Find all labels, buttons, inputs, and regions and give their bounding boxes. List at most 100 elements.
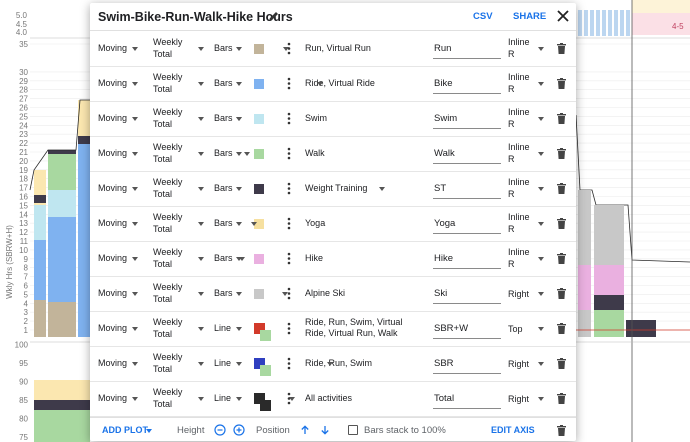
metric-dropdown-icon[interactable] [132,397,138,401]
series-label-input[interactable]: Run [434,43,451,54]
activity-select[interactable]: Walk [305,148,420,159]
period-dropdown-icon[interactable] [198,327,204,331]
delete-row-icon[interactable] [557,148,566,159]
period-dropdown-icon[interactable] [198,222,204,226]
more-vert-icon[interactable] [287,322,291,335]
metric-dropdown-icon[interactable] [132,257,138,261]
period-dropdown-icon[interactable] [198,152,204,156]
add-plot-button[interactable]: ADD PLOT [102,425,148,435]
label-position-dropdown-icon[interactable] [538,152,544,156]
activity-select[interactable]: Weight Training [305,183,420,194]
period-select[interactable]: Weekly Total [153,316,198,340]
label-position-dropdown-icon[interactable] [538,292,544,296]
chart-type-select[interactable]: Bars [214,183,233,193]
metric-select[interactable]: Moving [98,323,127,333]
arrow-up-icon[interactable] [299,424,311,436]
series-label-input[interactable]: SBR [434,358,454,369]
series-label-input[interactable]: Ski [434,288,447,299]
activity-dropdown-icon[interactable] [244,152,250,156]
period-select[interactable]: Weekly Total [153,106,198,130]
series-label-input[interactable]: SBR+W [434,323,468,334]
label-position-select[interactable]: Right [508,358,538,370]
chart-type-dropdown-icon[interactable] [236,47,242,51]
chart-type-select[interactable]: Bars [214,218,233,228]
period-select[interactable]: Weekly Total [153,141,198,165]
period-dropdown-icon[interactable] [198,257,204,261]
chart-type-select[interactable]: Line [214,393,231,403]
metric-dropdown-icon[interactable] [132,152,138,156]
more-vert-icon[interactable] [287,182,291,195]
share-button[interactable]: SHARE [513,11,546,22]
chart-type-select[interactable]: Line [214,358,231,368]
activity-dropdown-icon[interactable] [317,82,323,86]
activity-select[interactable]: Run, Virtual Run [305,43,420,54]
arrow-down-icon[interactable] [319,424,331,436]
activity-dropdown-icon[interactable] [236,117,242,121]
label-position-select[interactable]: Right [508,393,538,405]
chart-type-dropdown-icon[interactable] [236,82,242,86]
more-vert-icon[interactable] [287,217,291,230]
more-vert-icon[interactable] [287,112,291,125]
more-vert-icon[interactable] [287,147,291,160]
period-select[interactable]: Weekly Total [153,351,198,375]
activity-select[interactable]: All activities [305,393,420,404]
chart-type-select[interactable]: Line [214,323,231,333]
series-label-input[interactable]: Walk [434,148,455,159]
activity-dropdown-icon[interactable] [282,292,288,296]
height-decrease-icon[interactable] [214,424,226,436]
label-position-dropdown-icon[interactable] [538,362,544,366]
period-dropdown-icon[interactable] [198,187,204,191]
chart-type-select[interactable]: Bars [214,113,233,123]
delete-row-icon[interactable] [557,78,566,89]
label-position-dropdown-icon[interactable] [538,397,544,401]
color-swatch[interactable] [254,79,264,89]
activity-dropdown-icon[interactable] [283,47,289,51]
metric-dropdown-icon[interactable] [132,187,138,191]
metric-select[interactable]: Moving [98,148,127,158]
color-swatch[interactable] [254,44,264,54]
period-select[interactable]: Weekly Total [153,71,198,95]
period-select[interactable]: Weekly Total [153,386,198,410]
pencil-icon[interactable] [268,10,280,22]
activity-select[interactable]: Swim [305,113,420,124]
delete-row-icon[interactable] [557,323,566,334]
label-position-select[interactable]: Inline R [508,106,538,130]
fill-color-swatch[interactable] [260,365,271,376]
close-icon[interactable] [556,9,570,23]
metric-select[interactable]: Moving [98,183,127,193]
series-label-input[interactable]: Bike [434,78,452,89]
chart-type-select[interactable]: Bars [214,43,233,53]
label-position-dropdown-icon[interactable] [538,82,544,86]
metric-dropdown-icon[interactable] [132,362,138,366]
label-position-select[interactable]: Inline R [508,246,538,270]
height-increase-icon[interactable] [233,424,245,436]
label-position-dropdown-icon[interactable] [538,47,544,51]
label-position-dropdown-icon[interactable] [538,117,544,121]
metric-select[interactable]: Moving [98,43,127,53]
series-label-input[interactable]: ST [434,183,446,194]
activity-select[interactable]: Ride, Run, Swim [305,358,420,369]
activity-select[interactable]: Ride, Run, Swim, Virtual Ride, Virtual R… [305,317,420,339]
period-dropdown-icon[interactable] [198,82,204,86]
more-vert-icon[interactable] [287,252,291,265]
period-select[interactable]: Weekly Total [153,36,198,60]
metric-dropdown-icon[interactable] [132,292,138,296]
metric-select[interactable]: Moving [98,393,127,403]
metric-select[interactable]: Moving [98,358,127,368]
period-select[interactable]: Weekly Total [153,176,198,200]
delete-panel-icon[interactable] [557,425,566,436]
period-dropdown-icon[interactable] [198,47,204,51]
delete-row-icon[interactable] [557,113,566,124]
delete-row-icon[interactable] [557,218,566,229]
activity-dropdown-icon[interactable] [239,257,245,261]
chart-type-dropdown-icon[interactable] [236,187,242,191]
metric-select[interactable]: Moving [98,218,127,228]
chart-type-select[interactable]: Bars [214,288,233,298]
activity-dropdown-icon[interactable] [289,397,295,401]
activity-select[interactable]: Hike [305,253,420,264]
label-position-select[interactable]: Right [508,288,538,300]
color-swatch[interactable] [254,289,264,299]
chart-type-select[interactable]: Bars [214,253,233,263]
csv-button[interactable]: CSV [473,11,493,22]
fill-color-swatch[interactable] [260,400,271,411]
